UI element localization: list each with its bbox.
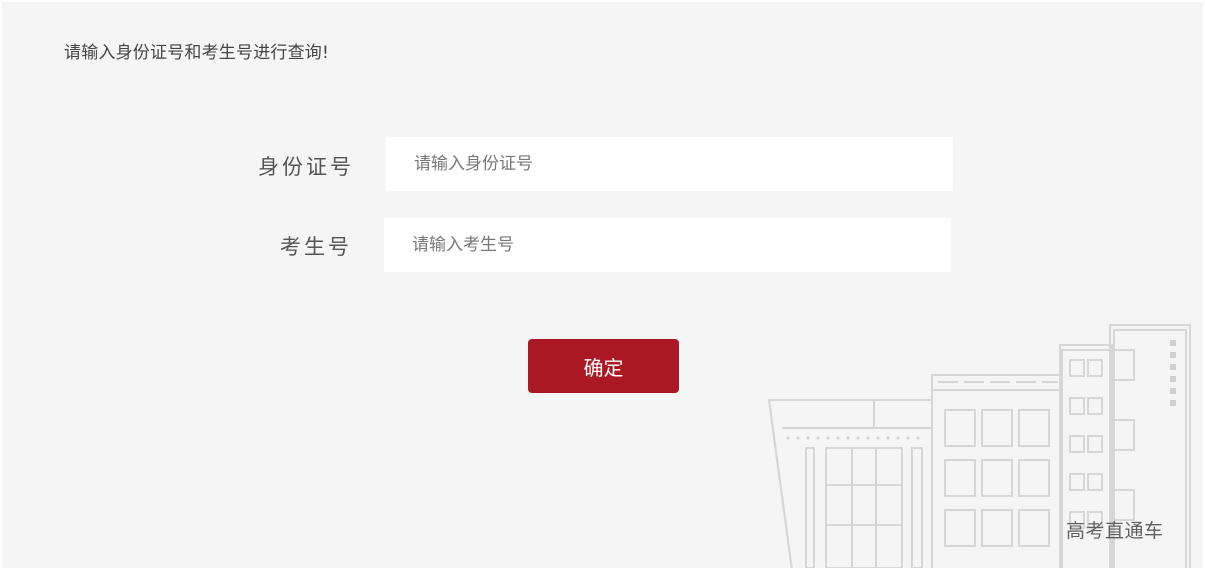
watermark-caption: 高考直通车 — [1066, 520, 1164, 542]
exam-number-label: 考生号 — [280, 235, 352, 259]
instruction-text: 请输入身份证号和考生号进行查询! — [64, 43, 330, 63]
id-number-input[interactable] — [386, 137, 953, 191]
confirm-button[interactable]: 确定 — [528, 339, 679, 393]
query-panel: 请输入身份证号和考生号进行查询! 身份证号 考生号 确定 — [2, 2, 1203, 568]
exam-number-input[interactable] — [384, 218, 951, 272]
id-number-label: 身份证号 — [258, 155, 354, 179]
